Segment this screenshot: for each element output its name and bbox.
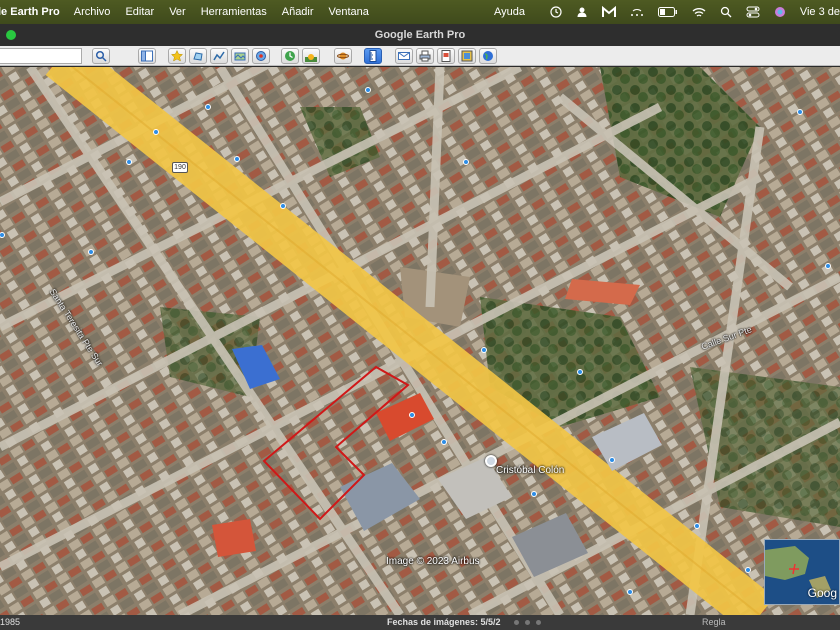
ruler-label: Regla [702,617,726,627]
menu-bar: le Earth Pro Archivo Editar Ver Herramie… [0,0,840,24]
clock-history-icon[interactable] [550,6,562,18]
ruler-icon [369,50,377,62]
menu-herramientas[interactable]: Herramientas [201,6,267,18]
map-view[interactable]: 190 Santa Teresita Pte Sur Calle Sur Pte… [0,67,840,615]
record-tour-button[interactable] [252,48,270,64]
earth-button[interactable] [479,48,497,64]
menu-editar[interactable]: Editar [125,6,154,18]
sidebar-toggle-button[interactable] [138,48,156,64]
ruler-button[interactable] [364,48,382,64]
menu-ayuda[interactable]: Ayuda [494,6,525,18]
menu-archivo[interactable]: Archivo [74,6,111,18]
save-image-button[interactable] [437,48,455,64]
window-title-bar: Google Earth Pro [0,24,840,46]
email-button[interactable] [395,48,413,64]
dots-icon[interactable] [630,7,644,17]
window-zoom-button[interactable] [6,30,16,40]
add-polygon-button[interactable] [189,48,207,64]
polygon-icon [193,52,203,61]
add-placemark-button[interactable] [168,48,186,64]
poi-label[interactable]: Cristóbal Colón [496,465,564,476]
imagery-copyright: Image © 2023 Airbus [386,556,480,567]
battery-icon[interactable] [657,7,678,17]
email-icon [398,52,410,60]
kml-icon [461,50,473,62]
overview-brand: Goog [807,586,837,600]
wifi-icon[interactable] [692,7,706,18]
sidebar-icon [141,50,153,62]
print-button[interactable] [416,48,434,64]
placemark-icon [171,50,183,62]
user-icon[interactable] [576,6,588,18]
sunlight-icon [305,54,317,62]
add-path-button[interactable] [210,48,228,64]
search-button[interactable] [92,48,110,64]
control-center-icon[interactable] [746,6,760,18]
tour-icon [256,51,266,61]
app-menu[interactable]: le Earth Pro [0,6,60,18]
planets-button[interactable] [334,48,352,64]
overlay-icon [234,52,246,61]
overview-map[interactable]: Goog [764,539,840,605]
image-overlay-button[interactable] [231,48,249,64]
menu-ver[interactable]: Ver [169,6,186,18]
siri-icon[interactable] [774,6,786,18]
clock-text[interactable]: Vie 3 de [800,6,840,18]
menu-anadir[interactable]: Añadir [282,6,314,18]
imagery-date: Fechas de imágenes: 5/5/2 [387,617,501,627]
status-bar: 1985 Fechas de imágenes: 5/5/2 Regla [0,615,840,630]
historical-imagery-icon [285,51,295,61]
status-year: 1985 [0,617,21,627]
window-title: Google Earth Pro [374,29,466,41]
toolbar [0,46,840,66]
search-icon [95,50,107,62]
loading-indicator [514,620,547,625]
earth-icon [483,51,493,61]
save-image-icon [441,50,451,62]
path-icon [213,51,225,61]
menu-ventana[interactable]: Ventana [329,6,369,18]
view-in-maps-button[interactable] [458,48,476,64]
planets-icon [337,52,349,60]
sunlight-button[interactable] [302,48,320,64]
malwarebytes-icon[interactable] [601,6,616,18]
search-input[interactable] [0,48,82,64]
print-icon [419,50,431,62]
route-badge: 190 [172,162,188,173]
status-menus: Vie 3 de [536,0,840,24]
historical-imagery-button[interactable] [281,48,299,64]
spotlight-search-icon[interactable] [720,6,732,18]
